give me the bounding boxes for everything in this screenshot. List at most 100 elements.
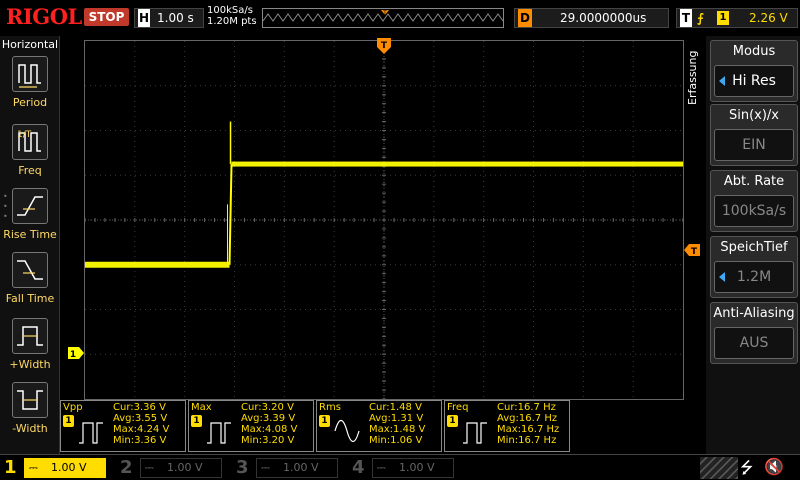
rms-sine-icon [334, 419, 360, 443]
menu-anti-aliasing[interactable]: Anti-Aliasing AUS [710, 302, 798, 364]
menu-sinx-title: Sin(x)/x [728, 108, 779, 123]
measurement-min: Min:16.7 Hz [497, 435, 557, 446]
trigger-level-marker[interactable]: T [684, 244, 700, 256]
trigger-level: 2.26 V [749, 11, 788, 25]
menu-anti-aliasing-title: Anti-Aliasing [713, 306, 795, 321]
usb-icon[interactable]: ⭍ [740, 457, 753, 480]
channel-scale-box: ⎓ 1.00 V [372, 458, 454, 478]
menu-item-rise-time[interactable]: Rise Time [0, 188, 60, 252]
measurement-values: Cur:3.20 V Avg:3.39 V Max:4.08 V Min:3.2… [241, 402, 297, 446]
measurement-max: Max:16.7 Hz [497, 424, 560, 435]
memory-overview-strip[interactable]: T [262, 8, 504, 28]
measurement-cur: Cur:1.48 V [369, 402, 422, 413]
dc-coupling-icon: ⎓ [145, 461, 154, 474]
menu-anti-aliasing-value-box: AUS [714, 327, 794, 359]
measurement-values: Cur:16.7 Hz Avg:16.7 Hz Max:16.7 Hz Min:… [497, 402, 559, 446]
menu-item-label: -Width [12, 422, 48, 435]
menu-item-freq[interactable]: 1/T Freq [0, 124, 60, 188]
sample-rate: 100kSa/s [207, 5, 253, 16]
acquire-menu: Modus Hi Res Sin(x)/x EIN Abt. Rate 100k… [706, 36, 800, 454]
trigger-source-badge: 1 [717, 11, 729, 25]
menu-mode-value-box: Hi Res [714, 65, 794, 97]
measurement-cur: Cur:3.20 V [241, 402, 294, 413]
channel-2-button[interactable]: 2 ⎓ 1.00 V [116, 457, 226, 479]
measurement-max[interactable]: Max 1 Cur:3.20 V Avg:3.39 V Max:4.08 V M… [188, 400, 314, 452]
menu-item-minus-width[interactable]: -Width [0, 382, 60, 446]
measurement-vpp[interactable]: Vpp 1 Cur:3.36 V Avg:3.55 V Max:4.24 V M… [60, 400, 186, 452]
measurement-name: Rms [319, 402, 341, 413]
mode-selector-icon [719, 76, 725, 86]
plus-width-icon [12, 318, 48, 354]
dc-coupling-icon: ⎓ [377, 461, 386, 474]
run-stop-button[interactable]: STOP [84, 8, 129, 26]
trigger-display[interactable]: T ⨍ 1 2.26 V [676, 8, 798, 28]
menu-memory-depth-title: SpeichTief [720, 240, 788, 255]
horizontal-timebase[interactable]: H 1.00 s [134, 8, 204, 28]
menu-mode[interactable]: Modus Hi Res [710, 40, 798, 102]
menu-sample-rate-value-box: 100kSa/s [714, 195, 794, 227]
menu-item-label: Fall Time [5, 292, 55, 305]
channel-scale: 1.00 V [51, 461, 87, 474]
measurement-freq[interactable]: Freq 1 Cur:16.7 Hz Avg:16.7 Hz Max:16.7 … [444, 400, 570, 452]
channel-4-button[interactable]: 4 ⎓ 1.00 V [348, 457, 458, 479]
menu-memory-depth[interactable]: SpeichTief 1.2M [710, 236, 798, 298]
vpp-icon [79, 422, 103, 444]
menu-sample-rate[interactable]: Abt. Rate 100kSa/s [710, 170, 798, 232]
measurement-name: Vpp [63, 402, 83, 413]
measurement-max: Max:4.08 V [241, 424, 298, 435]
menu-title: Horizontal [1, 38, 59, 51]
menu-item-label: Freq [18, 164, 42, 177]
menu-memory-depth-value-box: 1.2M [714, 261, 794, 293]
waveform-low-band [85, 261, 230, 268]
dc-coupling-icon: ⎓ [29, 461, 38, 474]
measurement-min: Min:1.06 V [369, 435, 423, 446]
speaker-muted-icon[interactable]: 🔇 [764, 457, 784, 476]
channel-scale-box: ⎓ 1.00 V [140, 458, 222, 478]
delay-label: D [518, 9, 532, 27]
measurement-cur: Cur:16.7 Hz [497, 402, 556, 413]
measurement-min: Min:3.36 V [113, 435, 167, 446]
menu-item-period[interactable]: Period [0, 56, 60, 120]
waveform-display[interactable] [84, 40, 684, 400]
svg-text:1/T: 1/T [17, 130, 32, 140]
channel-scale-box: ⎓ 1.00 V [256, 458, 338, 478]
measurement-name: Freq [447, 402, 469, 413]
menu-sinx[interactable]: Sin(x)/x EIN [710, 104, 798, 166]
menu-item-plus-width[interactable]: +Width [0, 318, 60, 382]
trigger-level-marker-label: T [691, 247, 698, 256]
measurement-min: Min:3.20 V [241, 435, 295, 446]
status-stripe [700, 457, 738, 479]
menu-anti-aliasing-value: AUS [739, 335, 769, 351]
timebase-value: 1.00 s [157, 11, 194, 25]
max-icon [207, 422, 231, 444]
trigger-time-marker-label: T [381, 41, 388, 51]
menu-sinx-value: EIN [742, 137, 766, 153]
trigger-label: T [680, 9, 692, 27]
channel-number: 2 [120, 457, 133, 478]
measurement-values: Cur:1.48 V Avg:1.31 V Max:1.48 V Min:1.0… [369, 402, 425, 446]
trigger-time-marker[interactable]: T [377, 38, 391, 54]
delay-value: 29.0000000us [560, 11, 647, 25]
channel-1-button[interactable]: 1 ⎓ 1.00 V [0, 457, 110, 479]
measurement-avg: Avg:1.31 V [369, 413, 424, 424]
channel-3-button[interactable]: 3 ⎓ 1.00 V [232, 457, 342, 479]
measurement-cur: Cur:3.36 V [113, 402, 166, 413]
freq-icon [463, 422, 487, 444]
channel-bar: 1 ⎓ 1.00 V 2 ⎓ 1.00 V 3 ⎓ 1.00 V 4 ⎓ 1.00 V … [0, 454, 800, 480]
channel-scale: 1.00 V [283, 461, 319, 474]
measurement-avg: Avg:16.7 Hz [497, 413, 558, 424]
menu-sample-rate-title: Abt. Rate [723, 174, 785, 189]
measurement-rms[interactable]: Rms 1 Cur:1.48 V Avg:1.31 V Max:1.48 V M… [316, 400, 442, 452]
memory-depth-selector-icon [719, 272, 725, 282]
graticule [85, 41, 683, 399]
channel-1-offset-marker[interactable]: 1 [68, 347, 84, 359]
menu-item-fall-time[interactable]: Fall Time [0, 252, 60, 316]
channel-number: 1 [4, 457, 17, 478]
measurement-name: Max [191, 402, 212, 413]
delay-display[interactable]: D 29.0000000us [514, 8, 669, 28]
channel-number: 4 [352, 457, 365, 478]
period-icon [12, 56, 48, 92]
measurement-avg: Avg:3.39 V [241, 413, 296, 424]
horizontal-label: H [138, 9, 150, 27]
menu-item-label: Rise Time [3, 228, 57, 241]
